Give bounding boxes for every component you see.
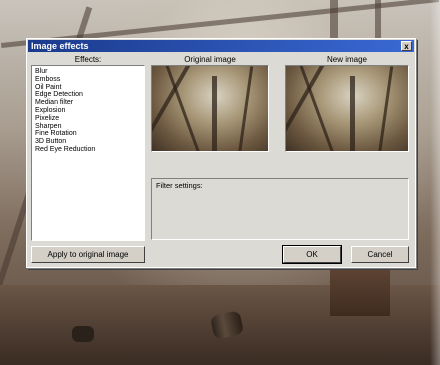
apply-to-original-button[interactable]: Apply to original image xyxy=(31,246,145,263)
list-item[interactable]: Oil Paint xyxy=(35,84,141,92)
preview-strut xyxy=(163,66,204,151)
image-effects-dialog: Image effects x Effects: Original image … xyxy=(26,38,416,268)
preview-strut xyxy=(297,66,338,151)
preview-strut xyxy=(212,76,217,151)
original-image-label: Original image xyxy=(184,55,236,64)
list-item[interactable]: Edge Detection xyxy=(35,91,141,99)
effects-list[interactable]: Blur Emboss Oil Paint Edge Detection Med… xyxy=(31,65,145,241)
preview-strut xyxy=(377,66,394,151)
preview-strut xyxy=(237,66,254,151)
dialog-titlebar: Image effects x xyxy=(28,40,414,52)
new-image-label: New image xyxy=(326,55,367,64)
cancel-button[interactable]: Cancel xyxy=(351,246,409,263)
close-icon: x xyxy=(404,42,409,51)
new-image-preview xyxy=(285,65,409,152)
page-edge xyxy=(430,0,440,365)
close-button[interactable]: x xyxy=(401,41,412,51)
filter-settings-label: Filter settings: xyxy=(156,181,203,190)
list-item[interactable]: Blur xyxy=(35,68,141,76)
effects-label: Effects: xyxy=(74,55,102,64)
ok-button[interactable]: OK xyxy=(282,245,342,264)
filter-settings-group: Filter settings: xyxy=(151,178,409,240)
list-item[interactable]: Sharpen xyxy=(35,123,141,131)
list-item[interactable]: Median filter xyxy=(35,99,141,107)
list-item[interactable]: Explosion xyxy=(35,107,141,115)
preview-strut xyxy=(350,76,355,151)
list-item[interactable]: Fine Rotation xyxy=(35,130,141,138)
list-item[interactable]: Red Eye Reduction xyxy=(35,146,141,154)
scene-barrel xyxy=(72,326,94,342)
list-item[interactable]: Pixelize xyxy=(35,115,141,123)
list-item[interactable]: Emboss xyxy=(35,76,141,84)
scene-crate xyxy=(330,268,390,316)
original-image-preview xyxy=(151,65,269,152)
dialog-title: Image effects xyxy=(31,41,89,51)
list-item[interactable]: 3D Button xyxy=(35,138,141,146)
